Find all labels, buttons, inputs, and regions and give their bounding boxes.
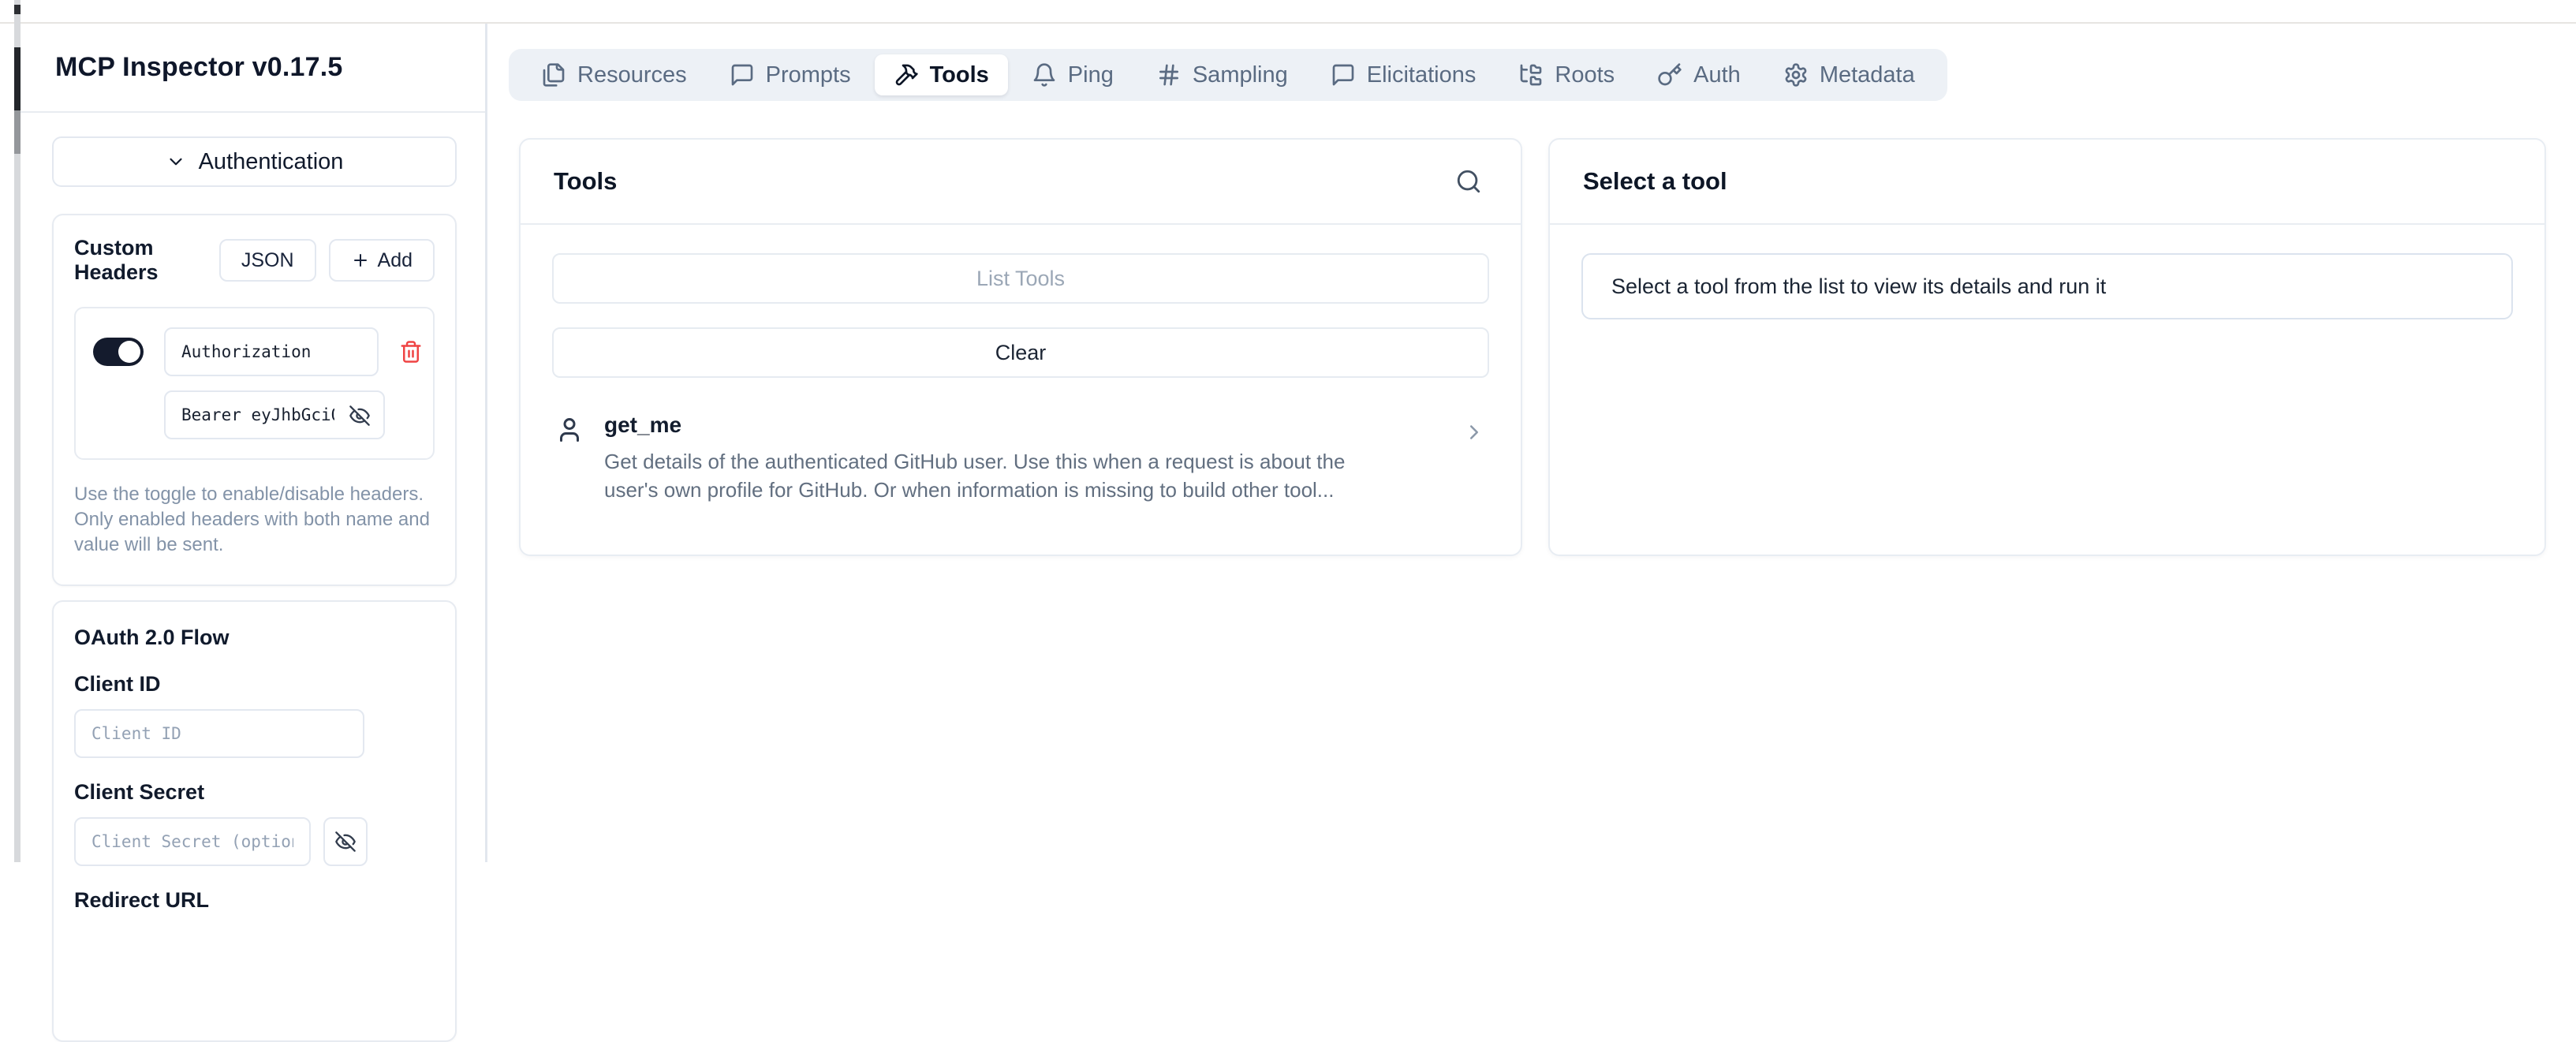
- trash-icon: [399, 340, 423, 364]
- list-tools-button[interactable]: List Tools: [552, 253, 1489, 304]
- oauth-title: OAuth 2.0 Flow: [74, 626, 435, 650]
- chevron-right-icon: [1462, 420, 1486, 444]
- tab-label: Ping: [1068, 62, 1114, 88]
- tool-list: get_me Get details of the authenticated G…: [552, 401, 1489, 516]
- tab-label: Tools: [930, 62, 989, 88]
- window-edge-cap: [14, 5, 21, 14]
- header-enabled-toggle[interactable]: [93, 338, 144, 366]
- key-icon: [1657, 62, 1682, 88]
- tab-ping[interactable]: Ping: [1013, 54, 1133, 95]
- sidebar-header: MCP Inspector v0.17.5: [21, 24, 485, 113]
- bell-icon: [1032, 62, 1057, 88]
- empty-selection-message: Select a tool from the list to view its …: [1581, 253, 2513, 319]
- client-id-input[interactable]: [74, 709, 364, 758]
- tool-description: Get details of the authenticated GitHub …: [604, 447, 1405, 505]
- window-edge-scrollbar[interactable]: [14, 47, 21, 110]
- hash-icon: [1156, 62, 1182, 88]
- search-icon: [1455, 168, 1482, 195]
- message-icon: [1331, 62, 1356, 88]
- tab-auth[interactable]: Auth: [1638, 54, 1760, 95]
- delete-header-button[interactable]: [399, 334, 423, 369]
- plus-icon: [351, 251, 370, 270]
- sidebar: MCP Inspector v0.17.5 Authentication Cus…: [21, 24, 487, 862]
- tab-label: Sampling: [1193, 62, 1288, 88]
- tool-name: get_me: [604, 413, 1462, 438]
- tools-panel: Tools List Tools Clear get_me Get details…: [519, 138, 1522, 556]
- files-icon: [541, 62, 566, 88]
- gear-icon: [1783, 62, 1809, 88]
- add-header-button[interactable]: Add: [329, 239, 435, 282]
- tools-panel-title: Tools: [554, 167, 617, 196]
- tool-row-get_me[interactable]: get_me Get details of the authenticated G…: [552, 401, 1489, 516]
- details-panel-title: Select a tool: [1583, 167, 1727, 196]
- tab-label: Elicitations: [1367, 62, 1477, 88]
- chevron-down-icon: [166, 151, 186, 172]
- tab-tools[interactable]: Tools: [875, 54, 1008, 95]
- toggle-header-value-visibility-button[interactable]: [344, 401, 375, 430]
- tab-bar: Resources Prompts Tools Ping Sampling Elicita…: [509, 49, 1947, 101]
- message-icon: [730, 62, 755, 88]
- tab-prompts[interactable]: Prompts: [711, 54, 870, 95]
- tab-roots[interactable]: Roots: [1499, 54, 1633, 95]
- json-button[interactable]: JSON: [219, 239, 316, 282]
- custom-headers-section: Custom Headers JSON Add: [52, 214, 457, 586]
- tab-sampling[interactable]: Sampling: [1137, 54, 1307, 95]
- tab-label: Resources: [577, 62, 687, 88]
- custom-headers-title: Custom Headers: [74, 236, 219, 285]
- tab-resources[interactable]: Resources: [522, 54, 706, 95]
- search-tools-button[interactable]: [1450, 162, 1488, 200]
- toggle-knob: [118, 341, 140, 363]
- tab-label: Roots: [1555, 62, 1615, 88]
- header-row-card: [74, 307, 435, 460]
- tab-label: Prompts: [766, 62, 851, 88]
- folder-tree-icon: [1518, 62, 1544, 88]
- tab-label: Metadata: [1820, 62, 1915, 88]
- redirect-url-label: Redirect URL: [74, 888, 435, 913]
- toggle-client-secret-visibility-button[interactable]: [323, 817, 368, 866]
- user-icon: [555, 416, 584, 444]
- tool-details-panel: Select a tool Select a tool from the lis…: [1548, 138, 2546, 556]
- custom-headers-helper-text: Use the toggle to enable/disable headers…: [74, 482, 435, 558]
- header-name-input[interactable]: [164, 327, 379, 376]
- hammer-icon: [894, 62, 919, 88]
- client-secret-label: Client Secret: [74, 780, 435, 805]
- tab-label: Auth: [1693, 62, 1741, 88]
- clear-button[interactable]: Clear: [552, 327, 1489, 378]
- app-title: MCP Inspector v0.17.5: [55, 52, 343, 83]
- oauth-section: OAuth 2.0 Flow Client ID Client Secret R…: [52, 600, 457, 1042]
- tab-metadata[interactable]: Metadata: [1764, 54, 1934, 95]
- tab-elicitations[interactable]: Elicitations: [1312, 54, 1495, 95]
- client-secret-input[interactable]: [74, 817, 311, 866]
- add-header-label: Add: [378, 249, 413, 272]
- eye-off-icon: [334, 831, 357, 853]
- authentication-collapse-button[interactable]: Authentication: [52, 136, 457, 187]
- client-id-label: Client ID: [74, 672, 435, 697]
- window-edge-shade: [14, 110, 21, 154]
- authentication-label: Authentication: [199, 149, 344, 175]
- eye-off-icon: [349, 405, 371, 427]
